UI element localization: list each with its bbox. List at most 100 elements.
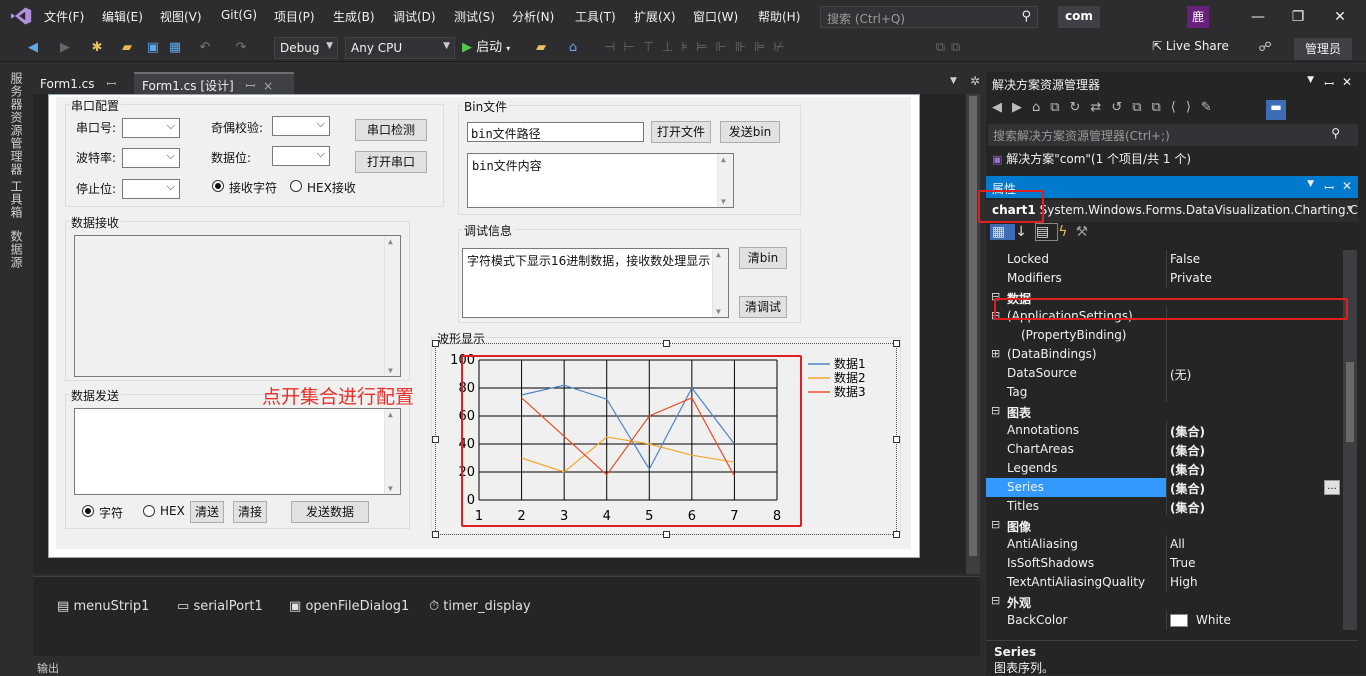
resize-handle[interactable] xyxy=(893,436,900,443)
collapse-toggle-icon[interactable]: ▬ xyxy=(1266,100,1286,120)
resize-handle[interactable] xyxy=(663,340,670,347)
property-row[interactable]: Annotations (集合) xyxy=(986,421,1342,440)
scrollbar[interactable]: ▲ ▼ xyxy=(384,236,400,376)
bin-path-input[interactable]: bin文件路径 xyxy=(467,122,644,142)
resize-handle[interactable] xyxy=(432,436,439,443)
search-box[interactable]: 搜索 (Ctrl+Q) ⚲ xyxy=(820,6,1038,28)
ellipsis-button[interactable]: ... xyxy=(1324,480,1340,495)
property-value[interactable]: Private xyxy=(1170,271,1212,285)
scrollbar[interactable]: ▲ ▼ xyxy=(712,249,728,317)
settings-icon[interactable]: ✲ xyxy=(970,74,980,88)
send-bin-button[interactable]: 发送bin xyxy=(720,121,780,143)
clear-receive-button[interactable]: 清接 xyxy=(233,501,267,523)
pin-icon[interactable]: ꟷ xyxy=(1324,75,1334,92)
tray-serialport[interactable]: ▭ serialPort1 xyxy=(177,599,263,614)
recv-char-radio[interactable] xyxy=(212,180,224,192)
live-share-button[interactable]: ⇱ Live Share xyxy=(1152,39,1242,59)
property-row[interactable]: IsSoftShadows True xyxy=(986,554,1342,573)
send-char-radio[interactable] xyxy=(82,505,94,517)
baud-select[interactable] xyxy=(122,148,180,168)
property-row[interactable]: ChartAreas (集合) xyxy=(986,440,1342,459)
solution-node[interactable]: ▣ 解决方案"com"(1 个项目/共 1 个) xyxy=(992,150,1352,170)
send-textbox[interactable]: ▲ ▼ xyxy=(74,408,401,495)
scrollbar-thumb[interactable] xyxy=(969,96,977,556)
folder-icon[interactable]: ▰ xyxy=(532,38,550,58)
scrollbar[interactable]: ▲ ▼ xyxy=(717,154,733,207)
menu-item-6[interactable]: 调试(D) xyxy=(393,8,436,25)
save-icon[interactable]: ▣ xyxy=(144,38,162,58)
designer-scrollbar[interactable] xyxy=(966,94,980,574)
port-select[interactable] xyxy=(122,118,180,138)
events-icon[interactable]: ϟ xyxy=(1058,224,1075,240)
config-dropdown[interactable]: Debug ▼ xyxy=(274,37,338,59)
forward-icon[interactable]: ▶ xyxy=(56,38,74,58)
property-value[interactable]: False xyxy=(1170,252,1200,266)
property-value[interactable]: White xyxy=(1196,613,1231,627)
close-icon[interactable]: ✕ xyxy=(1342,75,1352,89)
receive-textbox[interactable]: ▲ ▼ xyxy=(74,235,401,377)
property-row[interactable]: DataSource (无) xyxy=(986,364,1342,383)
property-value[interactable]: All xyxy=(1170,537,1185,551)
collapse-icon[interactable]: ⊟ xyxy=(991,404,1000,417)
property-row[interactable]: ⊟ 图表 xyxy=(986,402,1342,421)
property-row[interactable]: Locked False xyxy=(986,250,1342,269)
property-pages-icon[interactable]: ⚒ xyxy=(1075,224,1096,240)
menu-item-1[interactable]: 编辑(E) xyxy=(102,8,143,25)
categorized-icon[interactable]: ▦ xyxy=(990,224,1016,240)
property-value[interactable]: (无) xyxy=(1170,366,1191,383)
open-port-button[interactable]: 打开串口 xyxy=(355,151,427,173)
admin-badge[interactable]: 管理员 xyxy=(1294,38,1352,60)
menu-item-11[interactable]: 窗口(W) xyxy=(693,8,738,25)
data-bits-select[interactable] xyxy=(272,146,330,166)
tab-form1-cs[interactable]: Form1.cs ꟷ xyxy=(32,72,134,94)
close-icon[interactable]: ✕ xyxy=(1342,179,1352,193)
tab-overflow-icon[interactable]: ▼ xyxy=(950,76,957,86)
property-row[interactable]: Tag xyxy=(986,383,1342,402)
property-value[interactable]: (集合) xyxy=(1170,442,1205,459)
property-value[interactable]: True xyxy=(1170,556,1196,570)
dropdown-icon[interactable]: ▼ xyxy=(1307,179,1314,189)
pin-icon[interactable]: ꟷ xyxy=(106,77,116,91)
browser-icon[interactable]: ⌂ xyxy=(562,38,584,58)
property-row[interactable]: Series (集合)... xyxy=(986,478,1342,497)
send-data-button[interactable]: 发送数据 xyxy=(291,501,369,523)
close-icon[interactable]: × xyxy=(263,79,273,93)
resize-handle[interactable] xyxy=(663,531,670,538)
property-row[interactable]: ⊞ (DataBindings) xyxy=(986,345,1342,364)
tray-menustrip[interactable]: ▤ menuStrip1 xyxy=(57,599,149,614)
property-value[interactable]: (集合) xyxy=(1167,478,1342,497)
alphabetical-icon[interactable]: ↓ xyxy=(1015,224,1035,240)
property-value[interactable]: (集合) xyxy=(1170,499,1205,516)
property-value[interactable]: (集合) xyxy=(1170,461,1205,478)
property-row[interactable]: (PropertyBinding) xyxy=(986,326,1342,345)
property-row[interactable]: BackColor White xyxy=(986,611,1342,630)
platform-dropdown[interactable]: Any CPU ▼ xyxy=(345,37,455,59)
feedback-icon[interactable]: ☍ xyxy=(1256,38,1274,58)
collapse-icon[interactable]: ⊟ xyxy=(991,518,1000,531)
property-row[interactable]: ⊟ 图像 xyxy=(986,516,1342,535)
tray-openfiledialog[interactable]: ▣ openFileDialog1 xyxy=(289,599,409,614)
menu-item-3[interactable]: Git(G) xyxy=(221,8,257,22)
property-row[interactable]: AntiAliasing All xyxy=(986,535,1342,554)
save-all-icon[interactable]: ▦ xyxy=(166,38,184,58)
back-icon[interactable]: ◀ xyxy=(24,38,42,58)
open-file-button[interactable]: 打开文件 xyxy=(651,121,711,143)
restore-button[interactable]: ❐ xyxy=(1280,6,1316,28)
menu-item-12[interactable]: 帮助(H) xyxy=(758,8,800,25)
expand-icon[interactable]: ⊞ xyxy=(991,347,1000,360)
menu-item-4[interactable]: 项目(P) xyxy=(274,8,315,25)
menu-item-7[interactable]: 测试(S) xyxy=(454,8,495,25)
scrollbar[interactable]: ▲ ▼ xyxy=(384,409,400,494)
menu-item-0[interactable]: 文件(F) xyxy=(44,8,84,25)
resize-handle[interactable] xyxy=(432,531,439,538)
collapse-icon[interactable]: ⊟ xyxy=(991,594,1000,607)
minimize-button[interactable]: — xyxy=(1240,6,1276,28)
scrollbar-thumb[interactable] xyxy=(1346,362,1354,442)
property-row[interactable]: TextAntiAliasingQuality High xyxy=(986,573,1342,592)
clear-send-button[interactable]: 清送 xyxy=(190,501,224,523)
menu-item-5[interactable]: 生成(B) xyxy=(333,8,375,25)
properties-icon[interactable]: ▤ xyxy=(1034,223,1059,241)
avatar[interactable]: 鹿 xyxy=(1187,6,1209,28)
send-hex-radio[interactable] xyxy=(143,505,155,517)
dropdown-icon[interactable]: ▼ xyxy=(1307,75,1314,85)
